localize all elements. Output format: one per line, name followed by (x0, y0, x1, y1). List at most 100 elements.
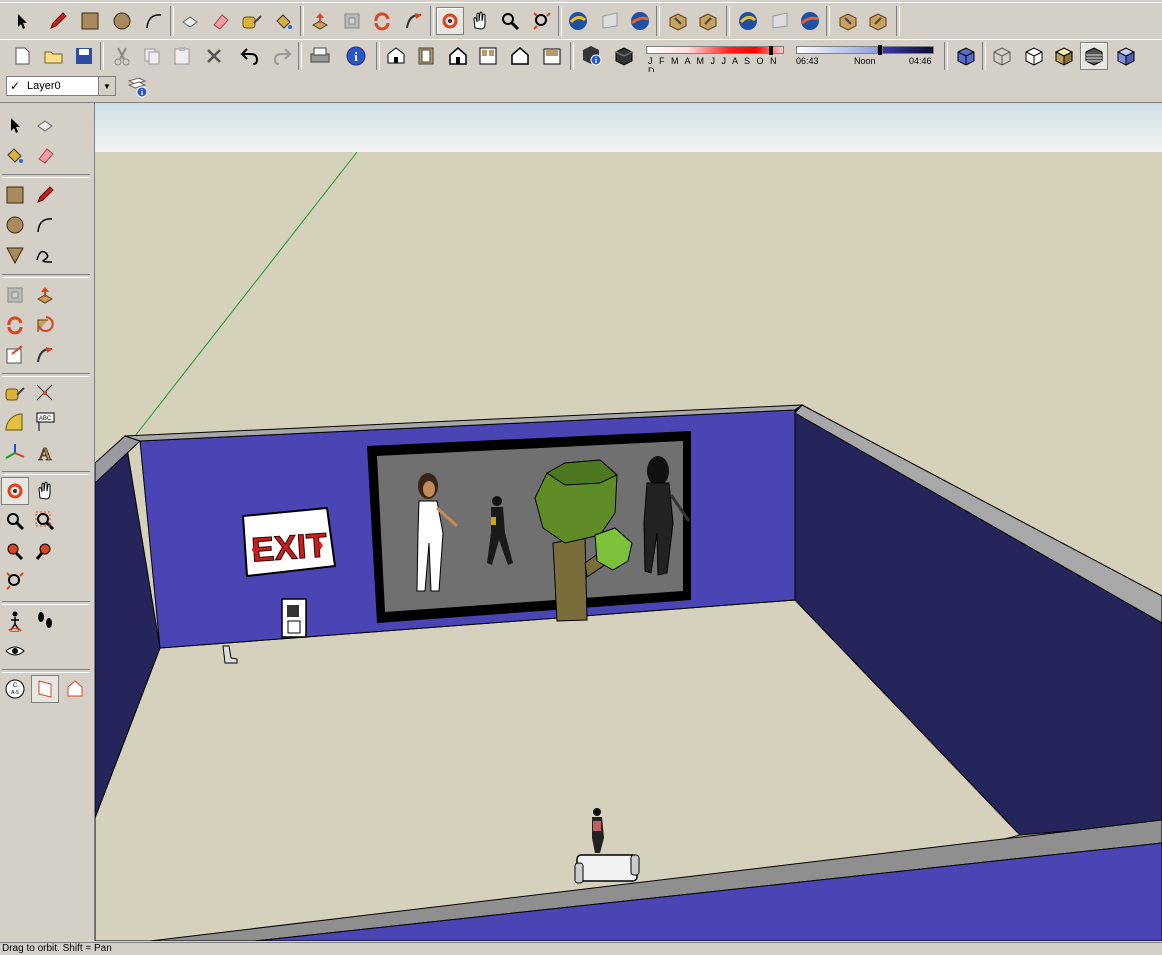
zoom-icon[interactable] (496, 7, 524, 35)
erase-icon[interactable] (200, 42, 228, 70)
svg-text:C: C (13, 683, 18, 689)
chevron-down-icon[interactable]: ▼ (98, 77, 115, 95)
wall-picture (367, 431, 691, 623)
freehand-tool-icon[interactable] (31, 241, 59, 269)
paint-bucket-icon[interactable] (270, 7, 298, 35)
make-component-icon[interactable] (176, 7, 204, 35)
circle-icon[interactable] (108, 7, 136, 35)
print-icon[interactable] (306, 42, 334, 70)
follow-me-tool-icon[interactable] (31, 311, 59, 339)
arc-icon[interactable] (140, 7, 168, 35)
layer-manager-icon[interactable]: i (124, 73, 152, 101)
rotate-tool-icon[interactable] (1, 311, 29, 339)
arc-tool-icon[interactable] (31, 211, 59, 239)
protractor-tool-icon[interactable] (1, 409, 29, 437)
select-icon[interactable] (8, 7, 36, 35)
display-section-cuts-icon[interactable] (61, 675, 89, 703)
zoom-extents-tool-icon[interactable] (1, 567, 29, 595)
zoom-tool-icon[interactable] (1, 507, 29, 535)
push-pull-tool-icon[interactable] (31, 281, 59, 309)
wireframe-icon[interactable] (988, 42, 1016, 70)
tape-measure-tool-icon[interactable] (1, 379, 29, 407)
scale-tool-icon[interactable] (1, 341, 29, 369)
rectangle-tool-icon[interactable] (1, 181, 29, 209)
xray-icon[interactable] (952, 42, 980, 70)
circle-tool-icon[interactable] (1, 211, 29, 239)
move-tool-icon[interactable] (1, 281, 29, 309)
rotate-icon[interactable] (368, 7, 396, 35)
component-tool-icon[interactable] (31, 111, 59, 139)
zoom-extents-icon[interactable] (528, 7, 556, 35)
right-view-icon[interactable] (474, 42, 502, 70)
copy-icon[interactable] (138, 42, 166, 70)
component-share-icon[interactable] (694, 7, 722, 35)
tape-measure-icon[interactable] (238, 7, 266, 35)
redo-icon[interactable] (268, 42, 296, 70)
offset-icon[interactable] (338, 7, 366, 35)
undo-icon[interactable] (236, 42, 264, 70)
push-pull-icon[interactable] (306, 7, 334, 35)
display-shadows-icon[interactable] (610, 42, 638, 70)
orbit-tool-icon[interactable] (1, 477, 29, 505)
open-icon[interactable] (40, 42, 68, 70)
google-earth-icon-2[interactable] (796, 7, 824, 35)
exit-sign: EXIT ‹ › (241, 506, 337, 578)
line-tool-icon[interactable] (31, 181, 59, 209)
offset-tool-icon[interactable] (31, 341, 59, 369)
walk-tool-icon[interactable] (31, 607, 59, 635)
select-tool-icon[interactable] (1, 111, 29, 139)
share-model-icon[interactable] (596, 7, 624, 35)
follow-me-icon[interactable] (400, 7, 428, 35)
cut-icon[interactable] (108, 42, 136, 70)
paint-tool-icon[interactable] (1, 141, 29, 169)
dimension-tool-icon[interactable] (31, 379, 59, 407)
front-view-icon[interactable] (444, 42, 472, 70)
shaded-icon[interactable] (1050, 42, 1078, 70)
polygon-tool-icon[interactable] (1, 241, 29, 269)
eraser-tool-icon[interactable] (31, 141, 59, 169)
position-camera-icon[interactable] (1, 607, 29, 635)
section-plane-icon[interactable]: C A-5 (1, 675, 29, 703)
time-slider-thumb[interactable] (878, 45, 882, 55)
orbit-icon[interactable] (436, 7, 464, 35)
pan-tool-icon[interactable] (31, 477, 59, 505)
back-view-icon[interactable] (506, 42, 534, 70)
left-view-icon[interactable] (538, 42, 566, 70)
layer-dropdown[interactable]: ✓ Layer0 ▼ (6, 76, 116, 96)
pan-icon[interactable] (466, 7, 494, 35)
eraser-icon[interactable] (206, 7, 234, 35)
date-slider[interactable]: J F M A M J J A S O N D (646, 46, 786, 76)
toolbar-row-1 (0, 2, 1162, 39)
date-slider-thumb[interactable] (769, 46, 773, 55)
zoom-window-tool-icon[interactable] (31, 507, 59, 535)
shaded-textures-icon[interactable] (1080, 42, 1108, 70)
hidden-line-icon[interactable] (1020, 42, 1048, 70)
iso-view-icon[interactable] (382, 42, 410, 70)
display-section-planes-icon[interactable] (31, 675, 59, 703)
monochrome-icon[interactable] (1112, 42, 1140, 70)
component-download-icon[interactable] (664, 7, 692, 35)
get-models-icon-2[interactable] (734, 7, 762, 35)
model-viewport[interactable]: EXIT ‹ › (95, 103, 1162, 941)
rectangle-icon[interactable] (76, 7, 104, 35)
google-earth-icon[interactable] (626, 7, 654, 35)
paste-icon[interactable] (168, 42, 196, 70)
3d-text-tool-icon[interactable]: A (31, 439, 59, 467)
axes-tool-icon[interactable] (1, 439, 29, 467)
time-slider[interactable]: 06:43 Noon 04:46 (796, 45, 936, 66)
next-view-icon[interactable] (31, 537, 59, 565)
component-download-icon-2[interactable] (834, 7, 862, 35)
text-tool-icon[interactable]: ABC (31, 409, 59, 437)
look-around-icon[interactable] (1, 637, 29, 665)
component-share-icon-2[interactable] (864, 7, 892, 35)
save-icon[interactable] (70, 42, 98, 70)
top-view-icon[interactable] (412, 42, 440, 70)
get-models-icon[interactable] (564, 7, 592, 35)
shadow-settings-icon[interactable]: i (578, 42, 606, 70)
share-model-icon-2[interactable] (766, 7, 794, 35)
previous-view-icon[interactable] (1, 537, 29, 565)
model-info-icon[interactable]: i (342, 42, 370, 70)
new-icon[interactable] (8, 42, 36, 70)
pencil-icon[interactable] (44, 7, 72, 35)
scene-canvas[interactable]: EXIT ‹ › (95, 103, 1162, 941)
